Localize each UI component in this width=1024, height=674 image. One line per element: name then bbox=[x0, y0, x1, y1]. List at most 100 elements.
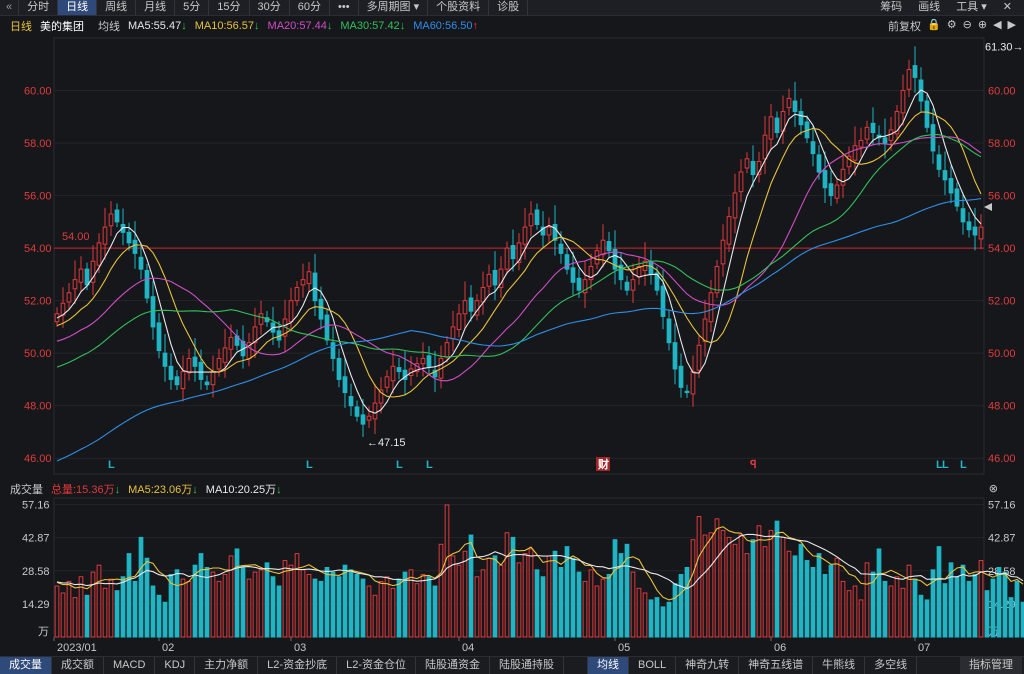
volume-bar bbox=[156, 594, 162, 638]
candle-body bbox=[156, 322, 162, 352]
candle-body bbox=[954, 188, 960, 207]
volume-bar bbox=[906, 564, 912, 638]
volume-bar bbox=[804, 560, 810, 638]
volume-bar bbox=[912, 578, 918, 638]
tab-magic-five[interactable]: 神奇五线谱 bbox=[739, 657, 814, 674]
candle-body bbox=[144, 269, 150, 299]
volume-bar bbox=[966, 580, 972, 638]
candle-body bbox=[180, 371, 186, 390]
indicator-manage-button[interactable]: 指标管理 bbox=[960, 657, 1022, 674]
volume-bar bbox=[258, 569, 264, 638]
volume-bar bbox=[222, 573, 228, 638]
volume-bar bbox=[930, 569, 936, 638]
volume-bar bbox=[714, 518, 720, 638]
volume-bar bbox=[552, 550, 558, 638]
vol-ma5-text: MA5:23.06万 bbox=[128, 484, 193, 496]
candle-body bbox=[576, 277, 582, 291]
volume-bar bbox=[342, 564, 348, 638]
volume-bar bbox=[210, 571, 216, 638]
tab-magic-nine[interactable]: 神奇九转 bbox=[676, 657, 740, 674]
tab-northbound-holdings[interactable]: 陆股通持股 bbox=[490, 657, 564, 674]
x-tick-label: 06 bbox=[774, 642, 786, 654]
candle-body bbox=[762, 134, 768, 160]
volume-bar bbox=[384, 576, 390, 638]
tab-l2-bottom[interactable]: L2-资金抄底 bbox=[258, 657, 338, 674]
candle-body bbox=[534, 209, 540, 225]
candle-body bbox=[486, 273, 492, 287]
tab-northbound-funds[interactable]: 陆股通资金 bbox=[416, 657, 490, 674]
volume-panel-label: 成交量 bbox=[10, 484, 43, 496]
volume-bar bbox=[240, 567, 246, 638]
candle-body bbox=[702, 318, 708, 342]
volume-bar bbox=[972, 573, 978, 638]
candle-body bbox=[684, 390, 690, 394]
volume-bar bbox=[852, 585, 858, 638]
price-tick-label-left: 58.00 bbox=[24, 138, 52, 150]
candle-body bbox=[462, 300, 468, 315]
volume-bar bbox=[936, 546, 942, 638]
tab-long-short[interactable]: 多空线 bbox=[865, 657, 918, 674]
tab-kdj[interactable]: KDJ bbox=[155, 657, 196, 674]
volume-bar bbox=[432, 585, 438, 638]
indicator-tabs: 成交量 成交额 MACD KDJ 主力净额 L2-资金抄底 L2-资金仓位 陆股… bbox=[0, 656, 1024, 674]
volume-bar bbox=[810, 567, 816, 638]
volume-bar bbox=[708, 532, 714, 638]
candle-body bbox=[828, 183, 834, 197]
volume-bar bbox=[960, 564, 966, 638]
candle-body bbox=[798, 111, 804, 126]
volume-bar bbox=[378, 580, 384, 638]
event-marker: L bbox=[942, 459, 949, 471]
volume-bar bbox=[462, 550, 468, 638]
price-tick-label-right: 60.00 bbox=[988, 86, 1016, 98]
price-tick-label-left: 54.00 bbox=[24, 243, 52, 255]
candle-body bbox=[426, 355, 432, 367]
volume-bar bbox=[798, 543, 804, 638]
tab-macd[interactable]: MACD bbox=[104, 657, 156, 674]
candle-body bbox=[510, 244, 516, 260]
tab-l2-position[interactable]: L2-资金仓位 bbox=[337, 657, 416, 674]
volume-bar bbox=[180, 578, 186, 638]
volume-bar bbox=[720, 529, 726, 638]
candle-body bbox=[810, 141, 816, 155]
candle-body bbox=[792, 100, 798, 113]
candle-body bbox=[72, 279, 78, 290]
candle-body bbox=[624, 281, 630, 291]
tab-volume[interactable]: 成交量 bbox=[0, 657, 52, 674]
volume-bar bbox=[888, 585, 894, 638]
volume-bar bbox=[534, 569, 540, 638]
close-panel-icon[interactable]: ⊗ bbox=[989, 482, 998, 495]
volume-bar bbox=[792, 555, 798, 638]
candle-body bbox=[192, 356, 198, 367]
candle-body bbox=[864, 126, 870, 140]
price-tick-label-left: 60.00 bbox=[24, 86, 52, 98]
tab-main-net[interactable]: 主力净额 bbox=[195, 657, 259, 674]
candle-body bbox=[678, 365, 684, 388]
volume-bar bbox=[474, 576, 480, 638]
candle-body bbox=[750, 160, 756, 176]
candle-body bbox=[774, 117, 780, 134]
candle-body bbox=[666, 318, 672, 344]
volume-bar bbox=[756, 525, 762, 638]
volume-bar bbox=[300, 569, 306, 638]
volume-bar bbox=[1008, 597, 1014, 638]
candle-body bbox=[108, 213, 114, 227]
tab-turnover[interactable]: 成交额 bbox=[52, 657, 104, 674]
volume-bar bbox=[588, 569, 594, 638]
tab-boll[interactable]: BOLL bbox=[629, 657, 677, 674]
total-volume: 总量:15.36万↓ bbox=[51, 481, 120, 497]
candle-body bbox=[78, 268, 84, 283]
price-tick-label-left: 46.00 bbox=[24, 453, 52, 465]
total-volume-text: 总量:15.36万 bbox=[51, 484, 115, 496]
volume-bar bbox=[750, 539, 756, 638]
candle-body bbox=[726, 216, 732, 245]
volume-bar bbox=[816, 553, 822, 638]
tab-bull-bear[interactable]: 牛熊线 bbox=[813, 657, 866, 674]
price-tick-label-left: 48.00 bbox=[24, 401, 52, 413]
volume-bar bbox=[666, 601, 672, 638]
volume-bar bbox=[324, 567, 330, 638]
tab-ma[interactable]: 均线 bbox=[587, 657, 629, 674]
candle-body bbox=[312, 272, 318, 302]
volume-bar bbox=[636, 587, 642, 638]
kline-chart[interactable]: 60.00 60.00 58.00 58.00 56.00 56.00 54.00 54.00… bbox=[0, 0, 1024, 674]
candle-body bbox=[528, 213, 534, 227]
